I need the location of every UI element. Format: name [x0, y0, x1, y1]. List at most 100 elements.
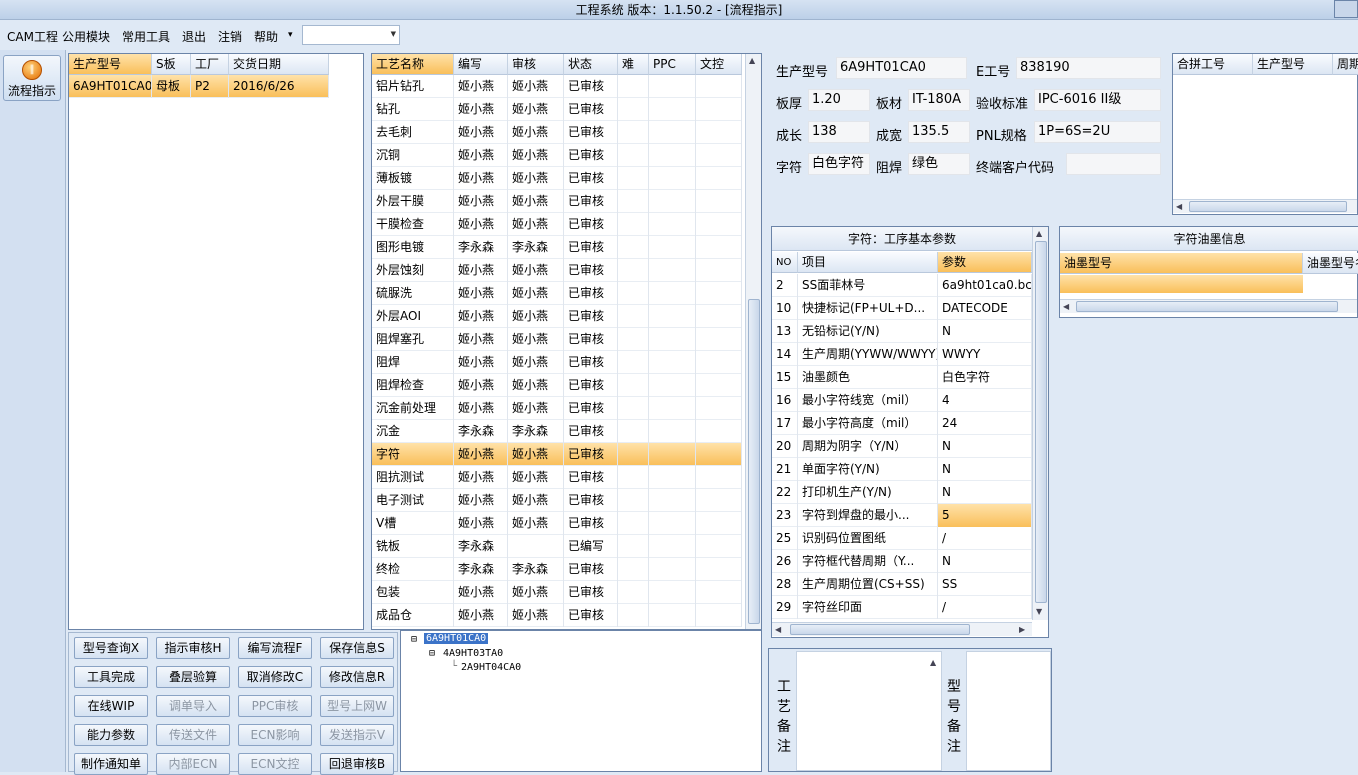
scroll-up-icon[interactable]: ▲ [930, 658, 936, 667]
action-button-1[interactable]: 指示审核H [156, 637, 230, 659]
process-header-0[interactable]: 工艺名称 [372, 54, 454, 75]
table-row[interactable]: 17 最小字符高度（mil） 24 [772, 412, 1032, 435]
table-row[interactable]: 包装 姬小燕 姬小燕 已审核 [372, 581, 742, 604]
model-remark-textarea[interactable] [966, 651, 1051, 771]
model-header-date[interactable]: 交货日期 [229, 54, 329, 75]
table-row[interactable]: 字符 姬小燕 姬小燕 已审核 [372, 443, 742, 466]
thickness-field[interactable]: 1.20 [808, 89, 870, 111]
scroll-thumb[interactable] [748, 299, 760, 624]
process-header-6[interactable]: 文控 [696, 54, 742, 75]
action-button-0[interactable]: 型号查询X [74, 637, 148, 659]
table-row[interactable]: 14 生产周期(YYWW/WWYY) WWYY [772, 343, 1032, 366]
ink-header-type[interactable]: 油墨型号 [1060, 253, 1303, 274]
merge-header-job[interactable]: 合拼工号 [1173, 54, 1253, 75]
scroll-up-icon[interactable]: ▲ [749, 56, 755, 65]
table-row[interactable]: 铝片钻孔 姬小燕 姬小燕 已审核 [372, 75, 742, 98]
action-button-6[interactable]: 取消修改C [238, 666, 312, 688]
action-button-4[interactable]: 工具完成 [74, 666, 148, 688]
table-row[interactable]: 阻焊塞孔 姬小燕 姬小燕 已审核 [372, 328, 742, 351]
model-header-factory[interactable]: 工厂 [191, 54, 229, 75]
table-row[interactable]: 沉金前处理 姬小燕 姬小燕 已审核 [372, 397, 742, 420]
table-row[interactable]: 22 打印机生产(Y/N) N [772, 481, 1032, 504]
menu-exit[interactable]: 退出 [182, 28, 206, 45]
action-button-15[interactable]: 发送指示V [320, 724, 394, 746]
tree-node-child[interactable]: 4A9HT03TA0 [443, 648, 503, 659]
table-row[interactable] [1060, 275, 1303, 293]
standard-field[interactable]: IPC-6016 II级 [1034, 89, 1161, 111]
table-row[interactable]: 电子测试 姬小燕 姬小燕 已审核 [372, 489, 742, 512]
table-row[interactable]: 29 字符丝印面 / [772, 596, 1032, 619]
menu-logout[interactable]: 注销 [218, 28, 242, 45]
char-field[interactable]: 白色字符 [808, 153, 870, 175]
tree-collapse-icon[interactable]: ⊟ [429, 648, 435, 659]
tree-collapse-icon[interactable]: ⊟ [411, 634, 417, 645]
table-row[interactable]: 23 字符到焊盘的最小... 5 [772, 504, 1032, 527]
table-row[interactable]: 去毛刺 姬小燕 姬小燕 已审核 [372, 121, 742, 144]
params-header-1[interactable]: 项目 [798, 252, 938, 273]
action-button-11[interactable]: 型号上网W [320, 695, 394, 717]
model-field[interactable]: 6A9HT01CA0 [836, 57, 967, 79]
table-row[interactable]: 6A9HT01CA0 母板 P2 2016/6/26 [69, 75, 329, 98]
table-row[interactable]: 阻焊 姬小燕 姬小燕 已审核 [372, 351, 742, 374]
params-header-2[interactable]: 参数 [938, 252, 1032, 273]
table-row[interactable]: 终检 李永森 李永森 已审核 [372, 558, 742, 581]
merge-header-model[interactable]: 生产型号 [1253, 54, 1333, 75]
action-button-3[interactable]: 保存信息S [320, 637, 394, 659]
table-row[interactable]: 外层AOI 姬小燕 姬小燕 已审核 [372, 305, 742, 328]
table-row[interactable]: 沉铜 姬小燕 姬小燕 已审核 [372, 144, 742, 167]
menu-cam[interactable]: CAM工程 [7, 28, 58, 45]
table-row[interactable]: 16 最小字符线宽（mil） 4 [772, 389, 1032, 412]
length-field[interactable]: 138 [808, 121, 870, 143]
table-row[interactable]: 外层干膜 姬小燕 姬小燕 已审核 [372, 190, 742, 213]
ink-horizontal-scrollbar[interactable]: ◀ [1060, 299, 1357, 313]
process-header-1[interactable]: 编写 [454, 54, 508, 75]
scroll-thumb[interactable] [790, 624, 970, 635]
table-row[interactable]: 硫脲洗 姬小燕 姬小燕 已审核 [372, 282, 742, 305]
merge-header-cycle[interactable]: 周期 [1333, 54, 1358, 75]
table-row[interactable]: 外层蚀刻 姬小燕 姬小燕 已审核 [372, 259, 742, 282]
table-row[interactable]: V槽 姬小燕 姬小燕 已审核 [372, 512, 742, 535]
params-vertical-scrollbar[interactable]: ▲ ▼ [1032, 227, 1048, 620]
table-row[interactable]: 2 SS面菲林号 6a9ht01ca0.bc [772, 274, 1032, 297]
chevron-down-icon[interactable]: ▾ [288, 30, 293, 40]
tree-node-grandchild[interactable]: 2A9HT04CA0 [461, 662, 521, 673]
params-horizontal-scrollbar[interactable]: ◀ ▶ [772, 622, 1032, 636]
table-row[interactable]: 15 油墨颜色 白色字符 [772, 366, 1032, 389]
action-button-7[interactable]: 修改信息R [320, 666, 394, 688]
table-row[interactable]: 26 字符框代替周期（Y... N [772, 550, 1032, 573]
action-button-8[interactable]: 在线WIP [74, 695, 148, 717]
table-row[interactable]: 21 单面字符(Y/N) N [772, 458, 1032, 481]
action-button-14[interactable]: ECN影响 [238, 724, 312, 746]
action-button-9[interactable]: 调单导入 [156, 695, 230, 717]
e-number-field[interactable]: 838190 [1016, 57, 1161, 79]
model-header-s[interactable]: S板 [152, 54, 191, 75]
material-field[interactable]: IT-180A [908, 89, 970, 111]
process-remark-textarea[interactable]: ▲ [796, 651, 942, 771]
process-header-3[interactable]: 状态 [564, 54, 618, 75]
table-row[interactable]: 薄板镀 姬小燕 姬小燕 已审核 [372, 167, 742, 190]
table-row[interactable]: 阻焊检查 姬小燕 姬小燕 已审核 [372, 374, 742, 397]
scroll-down-icon[interactable]: ▼ [1036, 607, 1042, 616]
table-row[interactable]: 25 识别码位置图纸 / [772, 527, 1032, 550]
customer-code-field[interactable] [1066, 153, 1161, 175]
scroll-thumb[interactable] [1189, 201, 1347, 212]
menu-common-module[interactable]: 公用模块 [62, 28, 110, 45]
table-row[interactable]: 20 周期为阴字（Y/N） N [772, 435, 1032, 458]
merge-horizontal-scrollbar[interactable]: ◀ [1173, 199, 1357, 213]
scroll-right-icon[interactable]: ▶ [1019, 625, 1025, 634]
model-header-model[interactable]: 生产型号 [69, 54, 152, 75]
scroll-thumb[interactable] [1035, 241, 1047, 603]
action-button-12[interactable]: 能力参数 [74, 724, 148, 746]
action-button-5[interactable]: 叠层验算 [156, 666, 230, 688]
scroll-left-icon[interactable]: ◀ [1176, 202, 1182, 211]
menu-common-tools[interactable]: 常用工具 [122, 28, 170, 45]
table-row[interactable]: 13 无铅标记(Y/N) N [772, 320, 1032, 343]
table-row[interactable]: 图形电镀 李永森 李永森 已审核 [372, 236, 742, 259]
table-row[interactable]: 沉金 李永森 李永森 已审核 [372, 420, 742, 443]
action-button-13[interactable]: 传送文件 [156, 724, 230, 746]
table-row[interactable]: 28 生产周期位置(CS+SS) SS [772, 573, 1032, 596]
table-row[interactable]: 成品仓 姬小燕 姬小燕 已审核 [372, 604, 742, 627]
action-button-10[interactable]: PPC审核 [238, 695, 312, 717]
table-row[interactable]: 干膜检查 姬小燕 姬小燕 已审核 [372, 213, 742, 236]
process-header-4[interactable]: 难 [618, 54, 649, 75]
